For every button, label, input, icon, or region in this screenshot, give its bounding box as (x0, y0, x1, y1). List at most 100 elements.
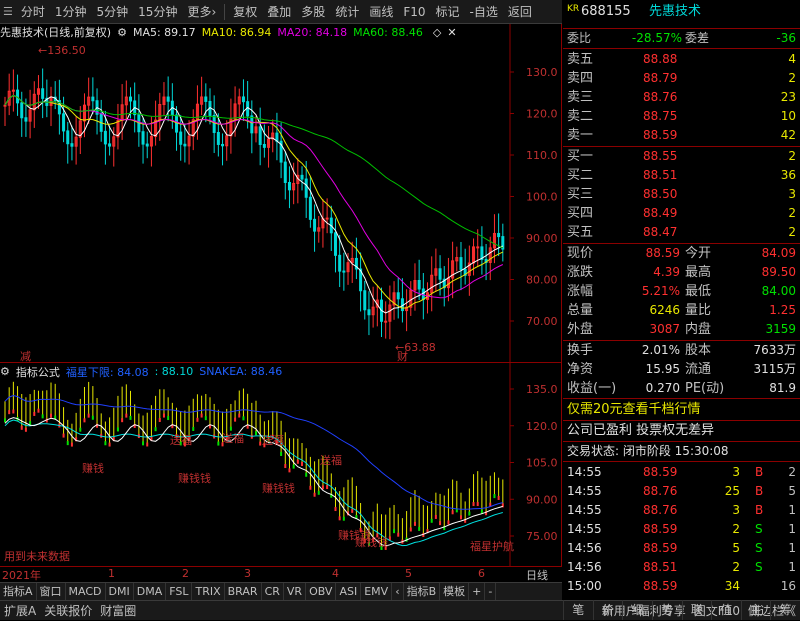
ask-level-row: 卖五 88.88 4 (563, 50, 800, 69)
indicator-candle (468, 511, 471, 516)
stat-label: 今开 (685, 246, 712, 261)
tab-emv[interactable]: EMV (361, 582, 393, 601)
tab-asi[interactable]: ASI (336, 582, 362, 601)
promo-text[interactable]: 仅需20元查看千档行情 (567, 400, 701, 419)
tab-cr[interactable]: CR (262, 582, 284, 601)
restore-rights-button[interactable]: 复权 (228, 0, 262, 24)
fundamental-value: 2.01% (641, 343, 680, 357)
candle-body (459, 257, 463, 270)
bid-level-row: 买一 88.55 2 (563, 147, 800, 166)
stat-label: 最高 (685, 265, 712, 280)
indicator-candle (66, 441, 69, 446)
tab-dma[interactable]: DMA (134, 582, 167, 601)
y-tick-label: 75.00 (526, 530, 558, 543)
tab-intraday[interactable]: 分时 (16, 0, 50, 24)
stat-value: 6246 (649, 303, 680, 317)
candle-body (145, 143, 149, 147)
candlestick-chart[interactable]: 130.0 120.0 110.0 100.0 90.00 80.00 70.00 135.0… (0, 24, 562, 566)
tab-window[interactable]: 窗口 (37, 582, 66, 601)
tick-price: 88.59 (643, 465, 678, 479)
remove-window-button[interactable]: - (485, 582, 497, 601)
indicator-settings-icon[interactable]: ⚙ (0, 365, 10, 378)
tab-main-funds[interactable]: 主 (740, 600, 771, 620)
tab-value[interactable]: 值 (711, 600, 741, 620)
indicator-candle (472, 502, 475, 507)
tick-count: 2 (788, 465, 796, 479)
candle-body (66, 130, 70, 145)
tab-15min[interactable]: 15分钟 (133, 0, 182, 24)
y-tick-label: 130.0 (526, 66, 558, 79)
trade-status-row: 交易状态: 闭市阶段 15:30:08 (563, 442, 800, 461)
bid-label: 买三 (567, 187, 594, 202)
tick-row: 14:56 88.51 2 S 1 (563, 558, 800, 577)
tab-obv[interactable]: OBV (306, 582, 337, 601)
indicator-line2: : 88.10 (154, 365, 194, 378)
close-icon[interactable]: ✕ (447, 26, 456, 39)
indicator-candle (451, 510, 454, 515)
remove-watchlist-button[interactable]: -自选 (465, 0, 503, 24)
y-tick-label: 105.0 (526, 457, 558, 470)
indicator-candle (288, 468, 291, 473)
back-button[interactable]: 返回 (503, 0, 537, 24)
tab-macd[interactable]: MACD (66, 582, 106, 601)
f10-button[interactable]: F10 (398, 0, 430, 24)
related-quotes-button[interactable]: 关联报价 (40, 601, 96, 621)
tab-indicator-a[interactable]: 指标A (0, 582, 37, 601)
tab-price[interactable]: 价 (592, 600, 623, 620)
indicator-candle (154, 427, 157, 432)
company-info: 公司已盈利 投票权无差异 (567, 423, 715, 438)
expand-a-button[interactable]: 扩展A (0, 601, 40, 621)
settings-icon[interactable]: ⚙ (117, 26, 127, 39)
stat-row: 外盘 3087 内盘 3159 (563, 320, 800, 339)
draw-line-button[interactable]: 画线 (364, 0, 398, 24)
tab-1min[interactable]: 1分钟 (50, 0, 92, 24)
tab-template[interactable]: 模板 (440, 582, 470, 601)
tick-price: 88.51 (643, 560, 678, 574)
indicator-candle (108, 442, 111, 447)
indicator-candle (296, 459, 299, 464)
indicator-candle (439, 521, 442, 526)
tab-more[interactable]: 更多› (182, 0, 221, 24)
tab-chips[interactable]: 筹 (770, 600, 800, 620)
stat-value: 1.25 (769, 303, 796, 317)
stats-button[interactable]: 统计 (330, 0, 364, 24)
add-window-button[interactable]: + (469, 582, 486, 601)
chart-area[interactable]: 先惠技术(日线,前复权) ⚙ MA5: 89.17 MA10: 86.94 MA… (0, 24, 562, 582)
year-label: 2021年 (2, 569, 41, 582)
fundamental-label: 净资 (567, 362, 594, 377)
candle-body (62, 113, 66, 132)
tab-vr[interactable]: VR (284, 582, 307, 601)
ask-label: 卖三 (567, 90, 594, 105)
menu-icon[interactable]: ☰ (0, 5, 16, 18)
fundamental-value: 81.9 (769, 381, 796, 395)
tab-fsl[interactable]: FSL (166, 582, 193, 601)
tab-indicator-b[interactable]: 指标B (404, 582, 441, 601)
stat-label: 总量 (567, 303, 594, 318)
tab-scroll-left[interactable]: ‹ (392, 582, 404, 601)
diamond-icon[interactable]: ◇ (433, 26, 441, 39)
tick-time: 14:55 (567, 465, 602, 479)
multi-stock-button[interactable]: 多股 (296, 0, 330, 24)
stat-label: 内盘 (685, 322, 712, 337)
tab-detail[interactable]: 细 (622, 600, 652, 620)
overlay-button[interactable]: 叠加 (262, 0, 296, 24)
fundamental-label: PE(动) (685, 381, 725, 396)
tab-trade-detail[interactable]: 笔 (563, 600, 593, 620)
stat-row: 涨跌 4.39 最高 89.50 (563, 263, 800, 282)
tick-time: 14:56 (567, 560, 602, 574)
stock-name[interactable]: 先惠技术 (649, 2, 701, 21)
indicator-candle (393, 529, 396, 534)
stat-label: 量比 (685, 303, 712, 318)
mark-button[interactable]: 标记 (431, 0, 465, 24)
candle-body (497, 232, 501, 238)
wealth-circle-button[interactable]: 财富圈 (96, 601, 140, 621)
tab-linked[interactable]: 联 (681, 600, 712, 620)
promo-row[interactable]: 仅需20元查看千档行情 (563, 400, 800, 419)
tab-trix[interactable]: TRIX (192, 582, 225, 601)
tab-trend[interactable]: 势 (651, 600, 682, 620)
tab-brar[interactable]: BRAR (225, 582, 262, 601)
indicator-candle (321, 485, 324, 490)
tab-5min[interactable]: 5分钟 (92, 0, 134, 24)
tab-dmi[interactable]: DMI (106, 582, 134, 601)
indicator-candle (250, 434, 253, 439)
